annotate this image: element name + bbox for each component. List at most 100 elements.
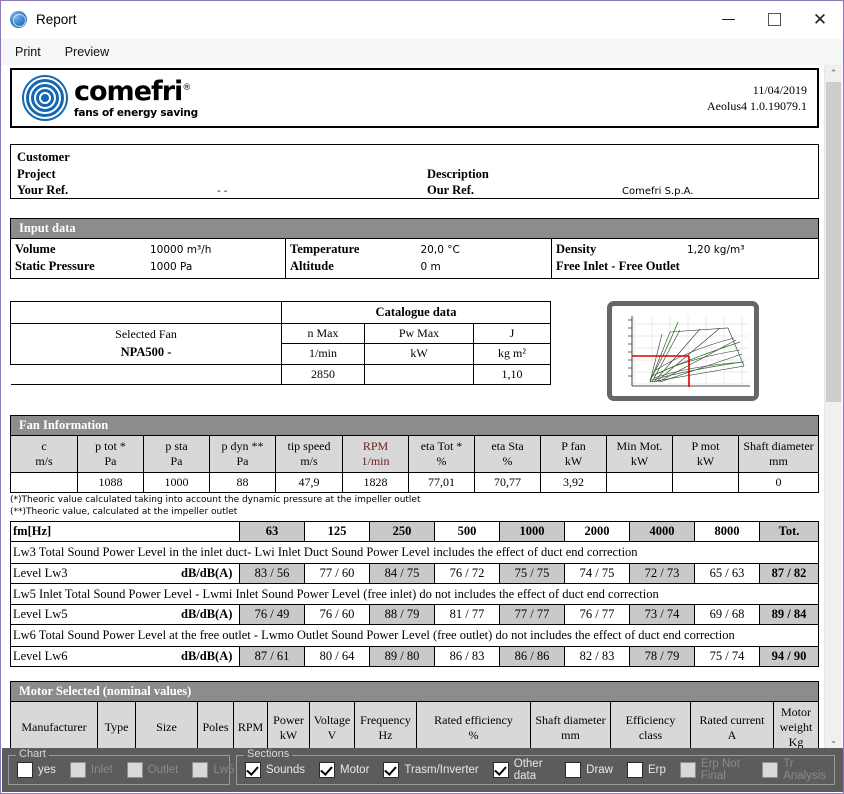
checkbox-box[interactable]	[762, 762, 779, 778]
checkbox-section-other-data[interactable]: Other data	[492, 758, 551, 782]
fan-footnote-2: (**)Theoric value, calculated at the imp…	[10, 506, 238, 517]
checkbox-box[interactable]	[17, 762, 33, 778]
motor-col-12: Motor weight Kg	[773, 700, 819, 749]
checkbox-box[interactable]	[492, 762, 509, 778]
density-label: Density	[556, 242, 597, 256]
selected-fan-name: NPA500 -	[120, 345, 172, 360]
fan-col-8: P fan kW	[540, 434, 607, 473]
motor-col-6: Voltage V	[309, 700, 355, 749]
fm-label: fm[Hz]	[10, 521, 240, 543]
your-ref-value: - -	[217, 186, 228, 198]
checkbox-section-trasm-inverter[interactable]: Trasm/Inverter	[383, 762, 479, 778]
fan-curve-thumbnail[interactable]	[607, 300, 759, 401]
altitude-value: 0 m	[420, 260, 441, 273]
scroll-up-arrow-icon[interactable]: ⌃	[825, 65, 842, 82]
lw5-description-row: Lw5 Inlet Total Sound Power Level - Lwmi…	[10, 582, 819, 606]
ref-row: Your Ref. - - Our Ref. Comefri S.p.A.	[17, 182, 812, 199]
checkbox-section-sounds[interactable]: Sounds	[245, 762, 305, 778]
input-col-density: Density 1,20 kg/m³ Free Inlet - Free Outl…	[552, 239, 818, 278]
bottom-options-panel: Chart yes Inlet Outlet Lw5 Sections Soun…	[2, 748, 843, 792]
catalogue-col-1-name: Pw Max	[364, 322, 474, 345]
catalogue-col-0-value: 2850	[281, 363, 365, 385]
catalogue-col-2-value: 1,10	[473, 363, 551, 385]
our-ref-value: Comefri S.p.A.	[622, 186, 694, 198]
checkbox-section-erp[interactable]: Erp	[627, 762, 666, 778]
registered-mark-icon: ®	[182, 82, 191, 93]
close-button[interactable]: ✕	[797, 1, 843, 38]
motor-col-4: RPM	[233, 700, 268, 749]
lw3-v1: 77 / 60	[304, 562, 370, 584]
checkbox-chart-lw5[interactable]: Lw5	[192, 762, 234, 778]
checkbox-label: Erp	[648, 764, 666, 776]
lw6-value-row: Level Lw6 dB/dB(A) 87 / 61 80 / 64 89 / 8…	[10, 645, 819, 667]
maximize-icon	[767, 13, 781, 26]
fan-val-4: 47,9	[275, 471, 343, 493]
checkbox-section-motor[interactable]: Motor	[319, 762, 369, 778]
motor-col-3: Poles	[197, 700, 234, 749]
checkbox-section-tr-analysis[interactable]: Tr Analysis	[762, 758, 826, 782]
chart-group-label: Chart	[16, 748, 49, 760]
project-row: Project Description	[17, 166, 812, 183]
fan-col-11: Shaft diameter mm	[738, 434, 819, 473]
checkbox-box[interactable]	[245, 762, 261, 778]
fan-col-3: p dyn ** Pa	[209, 434, 276, 473]
lw3-description-row: Lw3 Total Sound Power Level in the inlet…	[10, 541, 819, 564]
fan-col-1: p tot * Pa	[77, 434, 144, 473]
fan-col-9: Min Mot. kW	[606, 434, 673, 473]
checkbox-chart-inlet[interactable]: Inlet	[69, 762, 113, 778]
checkbox-chart-outlet[interactable]: Outlet	[126, 762, 178, 778]
motor-col-2: Size	[135, 700, 198, 749]
checkbox-box[interactable]	[319, 762, 336, 778]
vertical-scrollbar[interactable]: ⌃ ⌄	[824, 65, 842, 749]
checkbox-chart-yes[interactable]: yes	[17, 762, 56, 778]
scroll-down-arrow-icon[interactable]: ⌄	[825, 732, 842, 749]
motor-col-10: Efficiency class	[610, 700, 691, 749]
scrollbar-thumb[interactable]	[826, 82, 841, 402]
comefri-logo: comefri® fans of energy saving	[22, 75, 198, 121]
catalogue-title: Catalogue data	[281, 300, 551, 324]
checkbox-box[interactable]	[192, 762, 209, 778]
checkbox-section-erp-not-final[interactable]: Erp Not Final	[679, 758, 748, 782]
freq-8000: 8000	[694, 521, 760, 543]
lw5-v5: 76 / 77	[564, 604, 630, 626]
maximize-button[interactable]	[751, 1, 797, 38]
checkbox-box[interactable]	[383, 762, 400, 778]
checkbox-box[interactable]	[69, 762, 86, 778]
report-version: Aeolus4 1.0.19079.1	[707, 99, 807, 113]
lw6-label-cell: Level Lw6 dB/dB(A)	[10, 645, 240, 667]
checkbox-section-draw[interactable]: Draw	[565, 762, 613, 778]
your-ref-label: Your Ref.	[17, 183, 69, 198]
altitude-label: Altitude	[290, 258, 334, 273]
menu-item-preview[interactable]: Preview	[55, 42, 119, 62]
fan-val-9	[606, 471, 673, 493]
temperature-value: 20,0 °C	[420, 244, 460, 256]
static-pressure-label: Static Pressure	[15, 258, 95, 273]
lw6-total: 94 / 90	[759, 645, 819, 667]
fan-col-6: eta Tot *%	[408, 434, 475, 473]
sound-header-row: fm[Hz] 63 125 250 500 1000 2000 4000 800…	[10, 521, 819, 543]
report-header: comefri® fans of energy saving 11/04/201…	[10, 68, 819, 128]
lw3-value-row: Level Lw3 dB/dB(A) 83 / 56 77 / 60 84 / 7…	[10, 562, 819, 584]
customer-row: Customer	[17, 149, 812, 166]
minimize-button[interactable]	[705, 1, 751, 38]
checkbox-label: Trasm/Inverter	[404, 764, 479, 776]
checkbox-box[interactable]	[679, 762, 696, 778]
checkbox-box[interactable]	[627, 762, 643, 778]
lw5-v0: 76 / 49	[239, 604, 305, 626]
motor-col-0: Manufacturer	[10, 700, 98, 749]
catalogue-col-2-name: J	[473, 322, 551, 345]
lw3-total: 87 / 82	[759, 562, 819, 584]
chart-group: Chart yes Inlet Outlet Lw5	[8, 748, 234, 785]
checkbox-box[interactable]	[126, 762, 143, 778]
inlet-outlet-label: Free Inlet - Free Outlet	[556, 258, 680, 273]
fan-col-5: RPM 1/min	[342, 434, 409, 473]
catalogue-col-2-unit: kg m²	[473, 343, 551, 365]
customer-label: Customer	[17, 150, 70, 164]
input-data-box: Volume 10000 m³/h Static Pressure 1000 Pa …	[10, 238, 819, 279]
checkbox-box[interactable]	[565, 762, 582, 778]
menu-item-print[interactable]: Print	[5, 42, 51, 62]
freq-125: 125	[304, 521, 370, 543]
fan-col-2: p sta Pa	[143, 434, 210, 473]
lw3-label-cell: Level Lw3 dB/dB(A)	[10, 562, 240, 584]
project-value	[217, 166, 427, 183]
